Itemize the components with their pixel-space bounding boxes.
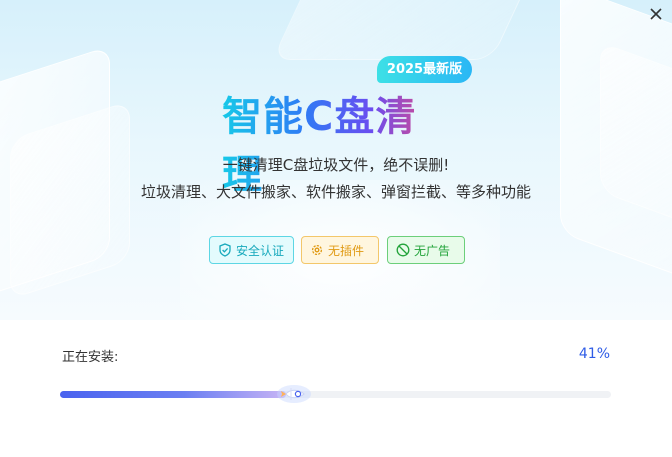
badge-label: 无广告 bbox=[414, 243, 451, 258]
decor-glass-panel bbox=[272, 0, 548, 60]
badge-security: 安全认证 bbox=[209, 236, 294, 264]
install-status-label: 正在安装: bbox=[62, 350, 119, 365]
no-ad-icon bbox=[396, 243, 410, 257]
install-progress-fill bbox=[60, 391, 286, 398]
badge-label: 安全认证 bbox=[236, 243, 285, 258]
close-icon[interactable] bbox=[646, 4, 666, 24]
hero-banner: 2025最新版 智能C盘清理 一键清理C盘垃圾文件，绝不误删! 垃圾清理、大文件… bbox=[0, 0, 672, 320]
tagline-features: 垃圾清理、大文件搬家、软件搬家、弹窗拦截、等多种功能 bbox=[140, 183, 531, 201]
gear-icon bbox=[311, 244, 323, 256]
shield-check-icon bbox=[219, 243, 231, 257]
badge-label: 无插件 bbox=[328, 243, 365, 258]
badge-no-plugin: 无插件 bbox=[301, 236, 379, 264]
badge-no-ads: 无广告 bbox=[387, 236, 465, 264]
version-badge: 2025最新版 bbox=[377, 56, 472, 83]
tagline-primary: 一键清理C盘垃圾文件，绝不误删! bbox=[222, 156, 450, 174]
rocket-icon bbox=[272, 383, 314, 405]
install-progress-bar bbox=[60, 391, 611, 398]
install-percent: 41% bbox=[578, 346, 610, 362]
